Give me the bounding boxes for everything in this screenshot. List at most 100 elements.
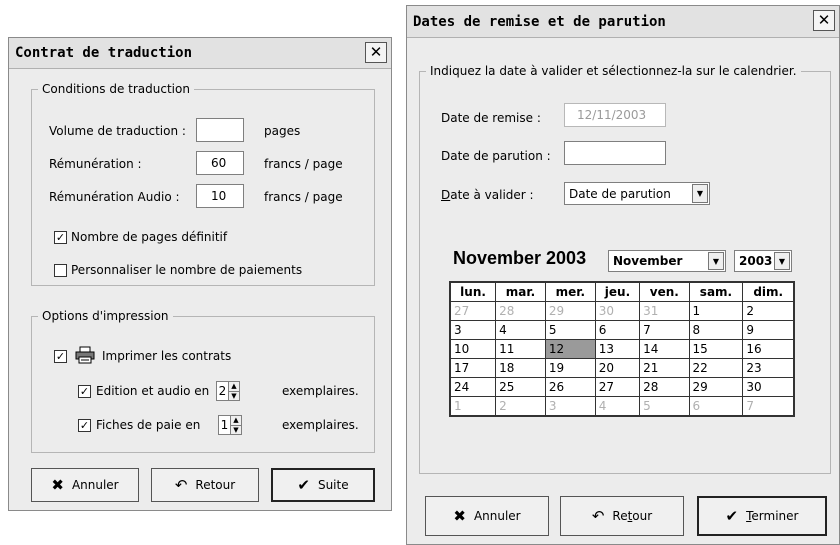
calendar-day[interactable]: 30: [594, 301, 641, 321]
fiches-stepper[interactable]: 1 ▲ ▼: [218, 415, 242, 435]
calendar-day[interactable]: 5: [639, 396, 690, 417]
chevron-down-icon[interactable]: ▼: [774, 252, 790, 270]
valider-label: Date à valider :: [441, 188, 534, 202]
calendar-day[interactable]: 4: [495, 320, 546, 340]
calendar-day[interactable]: 21: [639, 358, 690, 378]
calendar-day[interactable]: 7: [742, 396, 795, 417]
weekday-header: ven.: [639, 281, 690, 302]
calendar-day[interactable]: 10: [449, 339, 497, 359]
year-value: 2003: [739, 254, 773, 268]
imprimer-checkbox[interactable]: ✓: [54, 350, 67, 363]
conditions-legend: Conditions de traduction: [42, 82, 190, 96]
spin-up-icon[interactable]: ▲: [231, 416, 241, 425]
calendar-day[interactable]: 22: [688, 358, 744, 378]
undo-icon: ↶: [174, 475, 188, 494]
calendar-day[interactable]: 20: [594, 358, 641, 378]
checkmark-icon: ✔: [297, 475, 310, 494]
finish-label: Terminer: [746, 509, 799, 523]
next-button[interactable]: ✔ Suite: [271, 468, 375, 502]
calendar-day[interactable]: 17: [449, 358, 497, 378]
calendar-day[interactable]: 1: [688, 301, 744, 321]
cancel-label: Annuler: [71, 478, 119, 492]
calendar-day[interactable]: 27: [449, 301, 497, 321]
calendar-day[interactable]: 3: [449, 320, 497, 340]
calendar-day[interactable]: 16: [742, 339, 795, 359]
spin-up-icon[interactable]: ▲: [229, 382, 239, 391]
month-select[interactable]: November ▼: [608, 250, 726, 272]
x-icon: ✖: [453, 506, 466, 525]
calendar-day[interactable]: 29: [544, 301, 596, 321]
calendar-day[interactable]: 3: [544, 396, 596, 417]
calendar-week: 27 28 29 30 31 1 2: [449, 301, 795, 321]
calendar-week: 17 18 19 20 21 22 23: [449, 358, 795, 378]
remise-input[interactable]: 12/11/2003: [564, 103, 666, 127]
calendar-day[interactable]: 2: [495, 396, 546, 417]
close-icon[interactable]: ✕: [813, 10, 835, 31]
parution-input[interactable]: [564, 141, 666, 165]
back-button[interactable]: ↶ Retour: [151, 468, 259, 502]
spin-down-icon[interactable]: ▼: [231, 424, 241, 434]
calendar-day[interactable]: 29: [688, 377, 744, 397]
calendar-week: 3456789: [449, 320, 795, 340]
calendar-day[interactable]: 30: [742, 377, 795, 397]
volume-input[interactable]: [196, 118, 244, 142]
spin-down-icon[interactable]: ▼: [229, 390, 239, 400]
cancel-button[interactable]: ✖ Annuler: [425, 496, 549, 536]
remun-input[interactable]: 60: [196, 151, 244, 175]
back-button[interactable]: ↶ Retour: [560, 496, 684, 536]
calendar-day[interactable]: 11: [495, 339, 546, 359]
calendar-day[interactable]: 18: [495, 358, 546, 378]
calendar-day[interactable]: 19: [544, 358, 596, 378]
fiches-checkbox[interactable]: ✓: [78, 419, 91, 432]
calendar-day[interactable]: 14: [639, 339, 690, 359]
next-label: Suite: [317, 478, 349, 492]
paiements-checkbox[interactable]: [54, 264, 67, 277]
calendar-day[interactable]: 5: [544, 320, 596, 340]
calendar-day[interactable]: 1: [449, 396, 497, 417]
edition-checkbox[interactable]: ✓: [78, 385, 91, 398]
contrat-titlebar[interactable]: Contrat de traduction ✕: [9, 38, 391, 69]
calendar-day[interactable]: 7: [639, 320, 690, 340]
dates-titlebar[interactable]: Dates de remise et de parution ✕: [407, 6, 839, 38]
remun-unit: francs / page: [264, 157, 343, 171]
calendar-day[interactable]: 23: [742, 358, 795, 378]
calendar-day[interactable]: 12: [544, 339, 596, 359]
calendar-day[interactable]: 28: [495, 301, 546, 321]
definitif-label: Nombre de pages définitif: [71, 230, 228, 244]
valider-select[interactable]: Date de parution ▼: [564, 182, 710, 205]
remun-label: Rémunération :: [49, 157, 142, 171]
chevron-down-icon[interactable]: ▼: [692, 184, 708, 203]
calendar-day[interactable]: 26: [544, 377, 596, 397]
definitif-checkbox[interactable]: ✓: [54, 231, 67, 244]
close-icon[interactable]: ✕: [365, 42, 387, 63]
calendar-day[interactable]: 25: [495, 377, 546, 397]
calendar-day[interactable]: 8: [688, 320, 744, 340]
fiches-value: 1: [220, 418, 229, 432]
calendar-day[interactable]: 13: [594, 339, 641, 359]
calendar-day[interactable]: 2: [742, 301, 795, 321]
edition-value: 2: [218, 384, 227, 398]
calendar-title: November 2003: [453, 248, 587, 268]
calendar-day[interactable]: 24: [449, 377, 497, 397]
calendar-day[interactable]: 31: [639, 301, 690, 321]
volume-unit: pages: [264, 124, 301, 138]
cancel-button[interactable]: ✖ Annuler: [31, 468, 139, 502]
dates-dialog: Dates de remise et de parution ✕ Indique…: [406, 5, 840, 545]
back-label: Retour: [612, 509, 653, 523]
calendar-week: 1234567: [449, 396, 795, 417]
month-value: November: [613, 254, 683, 268]
finish-button[interactable]: ✔ Terminer: [697, 496, 827, 536]
calendar-day[interactable]: 9: [742, 320, 795, 340]
calendar-day[interactable]: 27: [594, 377, 641, 397]
year-select[interactable]: 2003 ▼: [734, 250, 792, 272]
fiches-unit: exemplaires.: [282, 418, 359, 432]
x-icon: ✖: [51, 475, 64, 494]
calendar-day[interactable]: 15: [688, 339, 744, 359]
calendar-day[interactable]: 6: [688, 396, 744, 417]
chevron-down-icon[interactable]: ▼: [708, 252, 724, 270]
calendar-day[interactable]: 28: [639, 377, 690, 397]
edition-stepper[interactable]: 2 ▲ ▼: [216, 381, 240, 401]
calendar-day[interactable]: 4: [594, 396, 641, 417]
audio-input[interactable]: 10: [196, 184, 244, 208]
calendar-day[interactable]: 6: [594, 320, 641, 340]
